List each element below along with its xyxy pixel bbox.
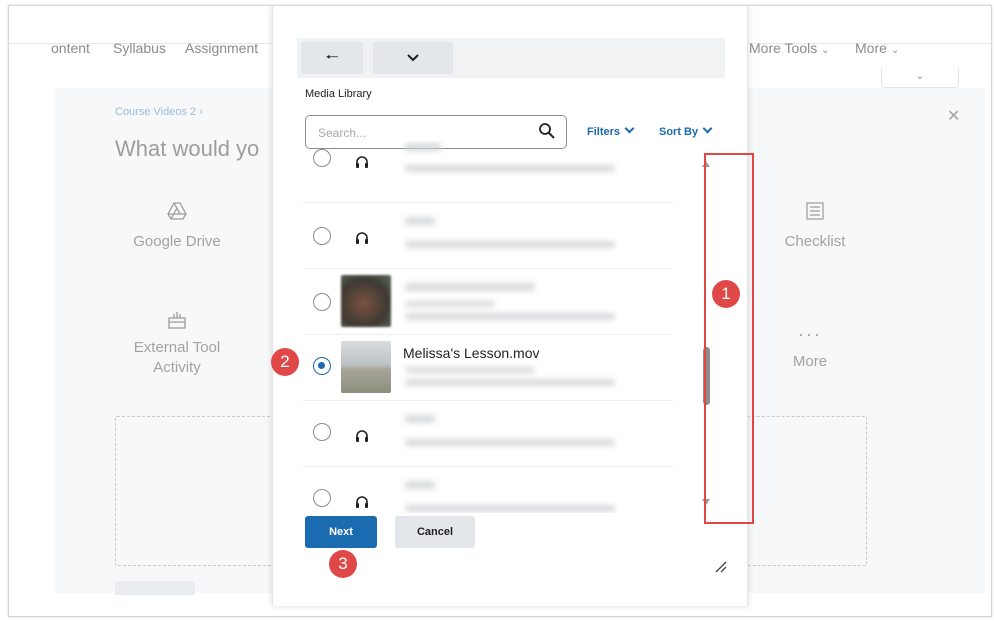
filters-label: Filters [587, 126, 621, 138]
tile-external-tool-activity[interactable]: External Tool Activity [121, 308, 233, 378]
nav-item-syllabus[interactable]: Syllabus [113, 40, 166, 56]
headphones-icon [355, 495, 369, 513]
select-radio-selected[interactable] [313, 357, 331, 375]
media-list: Melissa's Lesson.mov [303, 141, 673, 513]
nav-more-label: More [855, 40, 887, 56]
close-icon[interactable]: ✕ [947, 106, 960, 126]
select-radio[interactable] [313, 227, 331, 245]
breadcrumb[interactable]: Course Videos 2 › [115, 106, 203, 118]
tile-more[interactable]: ··· More [765, 324, 855, 370]
dialog-toolbar: 🠐 [297, 38, 725, 78]
chevron-down-icon [702, 123, 713, 134]
select-radio[interactable] [313, 489, 331, 507]
list-item[interactable] [303, 269, 673, 335]
nav-dropdown-toggle[interactable]: ⌄ [881, 68, 959, 88]
background-button[interactable] [115, 581, 195, 595]
blurred-metadata [405, 379, 615, 386]
list-item[interactable] [303, 141, 673, 203]
annotation-badge-2: 2 [271, 348, 299, 376]
back-button[interactable]: 🠐 [301, 42, 363, 74]
annotation-badge-3: 3 [329, 550, 357, 578]
blurred-title [405, 415, 435, 423]
chevron-down-icon: ⌄ [890, 45, 900, 56]
tile-label: More [792, 353, 828, 370]
page-title: What would yo [115, 136, 260, 161]
blurred-metadata [405, 165, 615, 172]
blurred-metadata [405, 505, 615, 512]
video-thumbnail [341, 341, 391, 393]
chevron-down-icon: ⌄ [915, 70, 925, 82]
next-button[interactable]: Next [305, 516, 377, 548]
blurred-title [405, 283, 535, 291]
nav-more-tools-label: More Tools [749, 40, 818, 56]
checklist-icon [765, 202, 865, 225]
blurred-title [405, 481, 435, 489]
sort-by-label: Sort By [659, 126, 699, 138]
external-tool-icon [121, 308, 233, 334]
cancel-button[interactable]: Cancel [395, 516, 475, 548]
resize-handle-icon[interactable] [713, 559, 727, 573]
nav-item-content[interactable]: ontent [51, 40, 90, 56]
blurred-metadata [405, 241, 615, 248]
more-icon: ··· [798, 324, 822, 344]
annotation-highlight-box [704, 153, 754, 524]
dropdown-button[interactable] [373, 42, 453, 74]
media-library-label: Media Library [305, 88, 372, 100]
nav-more-tools[interactable]: More Tools ⌄ [749, 40, 830, 56]
tile-google-drive[interactable]: Google Drive [127, 202, 227, 250]
tile-label: Google Drive [133, 233, 221, 250]
blurred-title [405, 143, 441, 151]
chevron-down-icon [624, 123, 635, 134]
screenshot-frame: ontent Syllabus Assignment More Tools ⌄ … [8, 5, 992, 617]
google-drive-icon [127, 202, 227, 225]
chevron-down-icon: ⌄ [821, 45, 830, 56]
list-item[interactable] [303, 203, 673, 269]
video-thumbnail [341, 275, 391, 327]
list-item[interactable] [303, 467, 673, 513]
sort-by-button[interactable]: Sort By [659, 123, 713, 138]
annotation-badge-1: 1 [712, 280, 740, 308]
select-radio[interactable] [313, 423, 331, 441]
item-title: Melissa's Lesson.mov [403, 345, 540, 361]
blurred-metadata [405, 367, 535, 373]
headphones-icon [355, 231, 369, 250]
list-item-selected[interactable]: Melissa's Lesson.mov [303, 335, 673, 401]
arrow-left-icon: 🠐 [325, 49, 339, 66]
blurred-title [405, 217, 435, 225]
select-radio[interactable] [313, 149, 331, 167]
nav-item-assignments[interactable]: Assignment [185, 40, 258, 56]
select-radio[interactable] [313, 293, 331, 311]
search-input[interactable]: Search... [318, 126, 366, 140]
media-library-dialog: 🠐 Media Library Search... Filters Sort B… [272, 6, 748, 606]
chevron-down-icon [407, 54, 419, 62]
nav-more[interactable]: More ⌄ [855, 40, 899, 56]
tile-checklist[interactable]: Checklist [765, 202, 865, 250]
headphones-icon [355, 429, 369, 448]
tile-label: Checklist [784, 233, 846, 250]
blurred-metadata [405, 313, 615, 320]
filters-button[interactable]: Filters [587, 123, 635, 138]
blurred-metadata [405, 439, 615, 446]
tile-label: External Tool Activity [133, 339, 221, 376]
list-item[interactable] [303, 401, 673, 467]
headphones-icon [355, 155, 369, 174]
blurred-metadata [405, 301, 495, 307]
